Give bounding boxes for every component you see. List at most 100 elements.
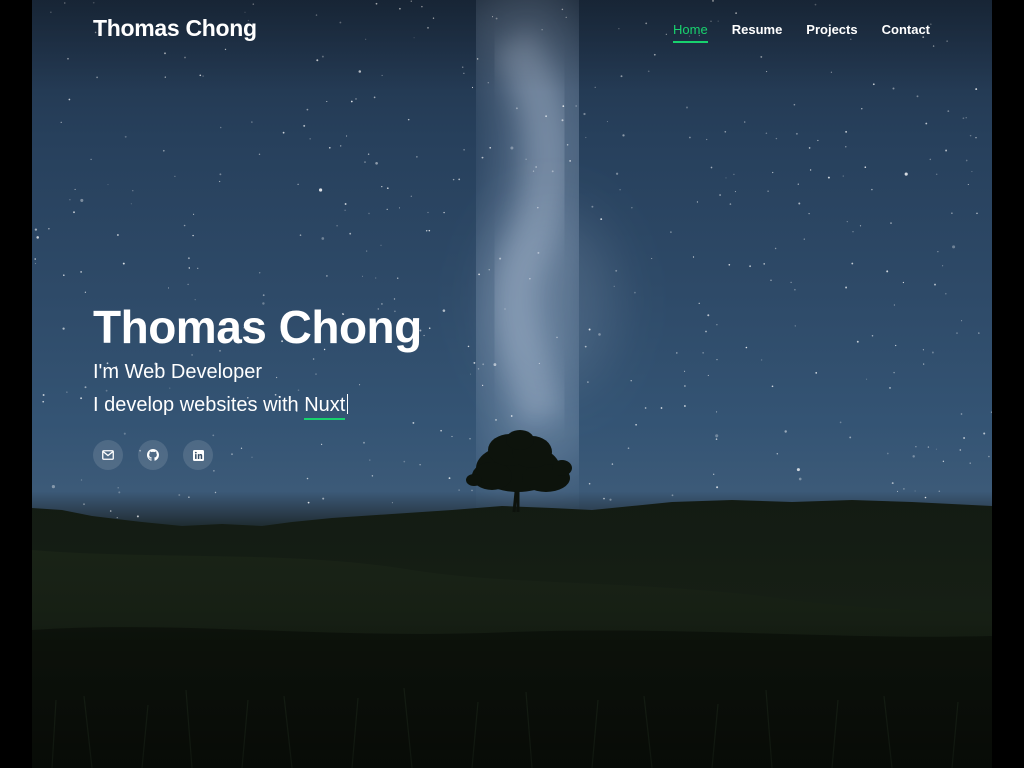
star <box>192 234 194 237</box>
star <box>969 134 972 137</box>
star <box>350 100 353 103</box>
hero-tagline: I develop websites with Nuxt <box>93 389 422 422</box>
star <box>326 275 328 277</box>
star <box>967 183 969 186</box>
star <box>934 283 936 286</box>
star <box>890 222 892 224</box>
site-header: Thomas Chong Home Resume Projects Contac… <box>32 0 992 62</box>
star <box>945 149 948 152</box>
star <box>481 156 484 159</box>
hero-title: Thomas Chong <box>93 301 422 353</box>
star <box>80 198 84 202</box>
star <box>670 231 672 233</box>
nav-resume[interactable]: Resume <box>732 22 783 43</box>
tagline-prefix: I develop websites with <box>93 394 299 416</box>
star <box>931 351 934 354</box>
star <box>794 325 796 327</box>
github-icon <box>147 449 159 461</box>
star <box>827 176 830 179</box>
star <box>36 236 39 239</box>
star <box>375 277 377 279</box>
star <box>538 362 540 364</box>
star <box>566 144 569 146</box>
star <box>817 139 819 142</box>
star <box>916 95 919 98</box>
star <box>561 119 564 122</box>
star <box>535 166 537 168</box>
star <box>895 344 897 347</box>
star <box>798 202 801 205</box>
star <box>556 336 558 339</box>
star <box>775 137 778 140</box>
star <box>947 110 950 113</box>
star <box>790 281 792 284</box>
star <box>745 346 748 349</box>
github-link[interactable] <box>138 440 168 470</box>
star <box>696 201 698 203</box>
linkedin-link[interactable] <box>183 440 213 470</box>
star <box>499 257 502 260</box>
star <box>423 334 425 337</box>
nav-projects[interactable]: Projects <box>806 22 857 43</box>
star <box>619 188 621 191</box>
star <box>132 190 134 192</box>
star <box>797 183 799 185</box>
typing-cursor <box>347 394 349 414</box>
star <box>965 117 967 119</box>
star <box>864 166 867 168</box>
star <box>122 262 125 265</box>
star <box>107 184 109 186</box>
star <box>856 340 859 343</box>
star <box>428 229 431 232</box>
star <box>830 71 833 73</box>
star <box>613 285 615 287</box>
star <box>130 203 132 205</box>
star <box>845 131 847 133</box>
star <box>562 105 565 107</box>
star <box>615 269 618 272</box>
star <box>471 86 474 89</box>
star <box>340 145 342 147</box>
star <box>84 291 87 293</box>
star <box>193 213 195 215</box>
star <box>925 122 928 125</box>
star <box>871 334 874 337</box>
star <box>366 250 368 252</box>
nav-contact[interactable]: Contact <box>882 22 930 43</box>
star <box>733 173 735 176</box>
nav-home[interactable]: Home <box>673 22 708 43</box>
linkedin-icon <box>192 449 204 461</box>
star <box>587 381 589 383</box>
site-logo[interactable]: Thomas Chong <box>93 15 257 42</box>
star <box>861 108 863 110</box>
star <box>585 136 587 139</box>
star <box>770 279 772 282</box>
star <box>482 363 485 366</box>
star <box>971 171 973 173</box>
star <box>219 126 222 129</box>
star <box>396 277 399 279</box>
star <box>321 237 325 240</box>
envelope-icon <box>102 450 114 460</box>
star <box>84 386 87 389</box>
star <box>763 263 766 265</box>
email-link[interactable] <box>93 440 123 470</box>
star <box>749 265 751 268</box>
star <box>303 124 306 127</box>
star <box>583 112 586 116</box>
star <box>386 187 389 190</box>
star <box>929 158 932 161</box>
star <box>510 146 514 150</box>
social-links <box>93 440 422 470</box>
star <box>684 370 686 372</box>
star <box>698 302 700 304</box>
star <box>336 224 338 227</box>
star <box>594 86 596 88</box>
star <box>197 267 199 269</box>
star <box>728 263 731 266</box>
star <box>588 328 591 331</box>
star <box>923 363 925 365</box>
star <box>80 397 83 400</box>
star <box>473 361 476 364</box>
star <box>537 206 539 209</box>
